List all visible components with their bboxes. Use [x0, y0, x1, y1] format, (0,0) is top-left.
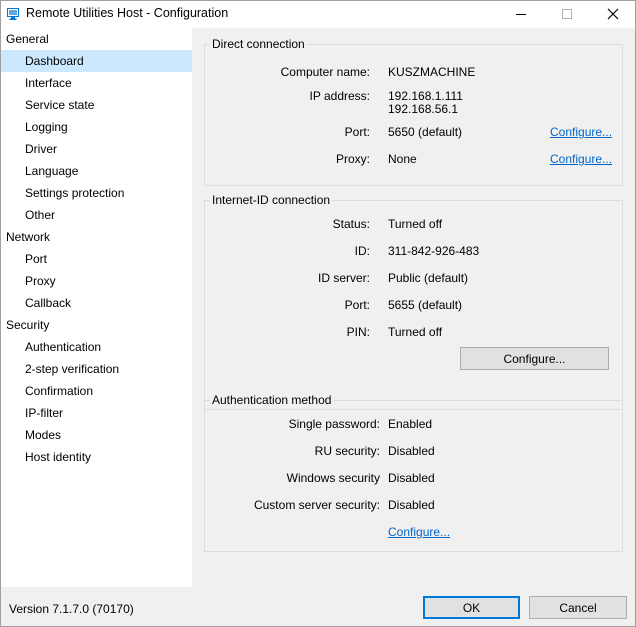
custom-server-security-label: Custom server security:: [253, 498, 380, 512]
internet-id-value: 311-842-926-483: [388, 244, 480, 258]
computer-name-label: Computer name:: [280, 65, 370, 79]
nav-item-2-step-verification[interactable]: 2-step verification: [1, 358, 192, 380]
id-server-value: Public (default): [388, 271, 469, 285]
internet-id-label: ID:: [354, 244, 370, 258]
authentication-method-title: Authentication method: [210, 393, 334, 407]
dashboard-panel: Direct connection Computer name: KUSZMAC…: [192, 28, 635, 587]
id-server-label: ID server:: [317, 271, 370, 285]
nav-group-network[interactable]: Network: [1, 226, 192, 248]
close-icon: [607, 8, 619, 20]
direct-connection-title: Direct connection: [210, 37, 307, 51]
ru-security-value: Disabled: [388, 444, 435, 458]
nav-item-settings-protection[interactable]: Settings protection: [1, 182, 192, 204]
ok-button[interactable]: OK: [423, 596, 520, 619]
nav-item-host-identity[interactable]: Host identity: [1, 446, 192, 468]
nav-item-language[interactable]: Language: [1, 160, 192, 182]
configuration-window: Remote Utilities Host - Configuration Ge…: [0, 0, 636, 627]
proxy-value: None: [388, 152, 417, 166]
cancel-button[interactable]: Cancel: [529, 596, 627, 619]
single-password-label: Single password:: [288, 417, 380, 431]
pin-label: PIN:: [346, 325, 370, 339]
port-label: Port:: [344, 125, 370, 139]
proxy-configure-link[interactable]: Configure...: [550, 152, 612, 166]
ru-security-label: RU security:: [314, 444, 380, 458]
minimize-icon: [516, 14, 526, 15]
nav-group-security[interactable]: Security: [1, 314, 192, 336]
ip-address-value-2: 192.168.56.1: [388, 102, 459, 116]
nav-item-dashboard[interactable]: Dashboard: [1, 50, 192, 72]
windows-security-label: Windows security: [286, 471, 380, 485]
dialog-footer: Version 7.1.7.0 (70170) OK Cancel: [1, 587, 635, 626]
pin-value: Turned off: [388, 325, 443, 339]
nav-item-modes[interactable]: Modes: [1, 424, 192, 446]
nav-item-port[interactable]: Port: [1, 248, 192, 270]
port-configure-link[interactable]: Configure...: [550, 125, 612, 139]
windows-security-value: Disabled: [388, 471, 435, 485]
version-label: Version 7.1.7.0 (70170): [9, 602, 134, 616]
internet-id-group: Internet-ID connection Status: Turned of…: [204, 193, 623, 410]
nav-item-ip-filter[interactable]: IP-filter: [1, 402, 192, 424]
internet-id-port-value: 5655 (default): [388, 298, 463, 312]
nav-item-service-state[interactable]: Service state: [1, 94, 192, 116]
computer-name-value: KUSZMACHINE: [388, 65, 476, 79]
nav-item-other[interactable]: Other: [1, 204, 192, 226]
proxy-label: Proxy:: [335, 152, 370, 166]
nav-item-callback[interactable]: Callback: [1, 292, 192, 314]
maximize-icon: [562, 9, 572, 19]
nav-item-authentication[interactable]: Authentication: [1, 336, 192, 358]
remote-utilities-app-icon: [7, 7, 21, 21]
internet-id-configure-button[interactable]: Configure...: [460, 347, 609, 370]
nav-item-interface[interactable]: Interface: [1, 72, 192, 94]
single-password-value: Enabled: [388, 417, 433, 431]
nav-group-general[interactable]: General: [1, 28, 192, 50]
close-button[interactable]: [590, 1, 636, 28]
ip-address-value-1: 192.168.1.111: [388, 89, 463, 103]
nav-item-confirmation[interactable]: Confirmation: [1, 380, 192, 402]
settings-navigation-tree: General Dashboard Interface Service stat…: [1, 28, 192, 587]
port-value: 5650 (default): [388, 125, 463, 139]
internet-id-port-label: Port:: [344, 298, 370, 312]
title-bar[interactable]: Remote Utilities Host - Configuration: [1, 1, 635, 28]
nav-item-logging[interactable]: Logging: [1, 116, 192, 138]
authentication-method-group: Authentication method Single password: E…: [204, 393, 623, 552]
custom-server-security-value: Disabled: [388, 498, 435, 512]
ip-address-label: IP address:: [309, 89, 370, 103]
minimize-button[interactable]: [498, 1, 544, 28]
internet-id-title: Internet-ID connection: [210, 193, 333, 207]
internet-id-status-label: Status:: [332, 217, 370, 231]
nav-item-driver[interactable]: Driver: [1, 138, 192, 160]
internet-id-status-value: Turned off: [388, 217, 443, 231]
authentication-configure-link[interactable]: Configure...: [388, 525, 450, 539]
direct-connection-group: Direct connection Computer name: KUSZMAC…: [204, 37, 623, 186]
nav-item-proxy[interactable]: Proxy: [1, 270, 192, 292]
window-title: Remote Utilities Host - Configuration: [26, 6, 229, 20]
maximize-button[interactable]: [544, 1, 590, 28]
